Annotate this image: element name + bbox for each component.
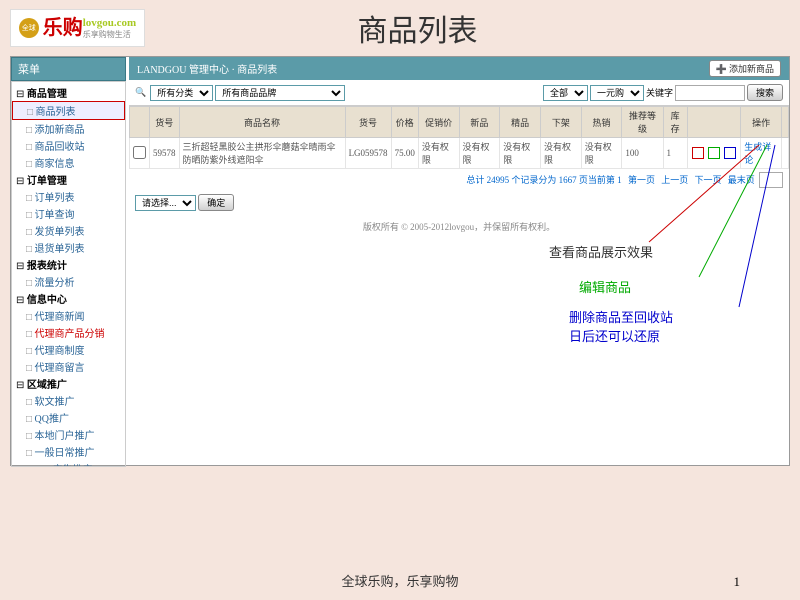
product-table: 货号商品名称货号价格促销价新品精品下架热销推荐等级库存操作 59578 三折超轻… <box>129 106 789 169</box>
cell-price: 75.00 <box>391 138 418 169</box>
cell-off: 没有权限 <box>540 138 581 169</box>
scope-select[interactable]: 全部 <box>543 85 588 101</box>
search-icon: 🔍 <box>135 87 146 98</box>
sidebar-group[interactable]: 信息中心 <box>12 290 125 307</box>
batch-select[interactable]: 请选择... <box>135 195 196 211</box>
table-row: 59578 三折超轻黑胶公主拱形伞蘑菇伞晴雨伞防晒防紫外线遮阳伞 LG05957… <box>130 138 789 169</box>
sidebar-item[interactable]: 添加新商品 <box>12 120 125 137</box>
sidebar-header: 菜单 <box>11 57 126 81</box>
page-title: 商品列表 <box>45 6 790 50</box>
pager-first[interactable]: 第一页 <box>628 175 655 185</box>
pager-input[interactable] <box>759 172 783 188</box>
breadcrumb: LANDGOU 管理中心 · 商品列表 <box>137 61 277 76</box>
edit-icon[interactable] <box>708 147 720 159</box>
page-number: 1 <box>734 574 741 590</box>
cell-fine: 没有权限 <box>500 138 541 169</box>
table-header: 热销 <box>581 107 622 138</box>
pager: 总计 24995 个记录分为 1667 页当前第 1 第一页 上一页 下一页 最… <box>129 169 789 191</box>
cell-stock: 1 <box>663 138 687 169</box>
row-checkbox[interactable] <box>133 146 146 159</box>
table-header <box>781 107 788 138</box>
sidebar-group[interactable]: 报表统计 <box>12 256 125 273</box>
table-header: 精品 <box>500 107 541 138</box>
cell-new: 没有权限 <box>459 138 500 169</box>
sidebar-item[interactable]: 代理商新闻 <box>12 307 125 324</box>
cell-gen[interactable]: 生成详论 <box>741 138 782 169</box>
sidebar-item[interactable]: 退货单列表 <box>12 239 125 256</box>
table-header: 价格 <box>391 107 418 138</box>
cell-id: 59578 <box>150 138 180 169</box>
pager-prev[interactable]: 上一页 <box>661 175 688 185</box>
brand-select[interactable]: 所有商品品牌 <box>215 85 345 101</box>
cell-hot: 没有权限 <box>581 138 622 169</box>
filter-bar: 🔍 所有分类 所有商品品牌 全部 一元购 关键字 搜索 <box>129 80 789 106</box>
sidebar-item[interactable]: 商品回收站 <box>12 137 125 154</box>
app-frame: 菜单 商品管理商品列表添加新商品商品回收站商家信息订单管理订单列表订单查询发货单… <box>10 56 790 466</box>
sidebar-item[interactable]: CPS广告推广 <box>12 460 125 467</box>
table-header: 下架 <box>540 107 581 138</box>
pager-next[interactable]: 下一页 <box>694 175 721 185</box>
table-header: 操作 <box>741 107 782 138</box>
keyword-label: 关键字 <box>646 86 673 99</box>
sidebar-item[interactable]: 代理商产品分销 <box>12 324 125 341</box>
add-product-button[interactable]: 添加新商品 <box>709 60 781 77</box>
annotation-delete: 删除商品至回收站 日后还可以还原 <box>569 307 673 345</box>
table-header <box>687 107 741 138</box>
sidebar-item[interactable]: 代理商制度 <box>12 341 125 358</box>
delete-icon[interactable] <box>724 147 736 159</box>
table-header: 货号 <box>150 107 180 138</box>
sidebar-item[interactable]: 流量分析 <box>12 273 125 290</box>
preview-icon[interactable] <box>692 147 704 159</box>
table-header: 促销价 <box>418 107 459 138</box>
table-header: 推荐等级 <box>622 107 663 138</box>
sidebar-item[interactable]: 本地门户推广 <box>12 426 125 443</box>
batch-confirm[interactable]: 确定 <box>198 194 234 211</box>
globe-icon: 全球 <box>19 18 39 38</box>
table-header: 新品 <box>459 107 500 138</box>
category-select[interactable]: 所有分类 <box>150 85 213 101</box>
sidebar-group[interactable]: 区域推广 <box>12 375 125 392</box>
pager-last[interactable]: 最末页 <box>728 175 755 185</box>
search-button[interactable]: 搜索 <box>747 84 783 101</box>
sidebar-item[interactable]: 订单查询 <box>12 205 125 222</box>
sidebar-item[interactable]: 一般日常推广 <box>12 443 125 460</box>
sidebar-item[interactable]: 发货单列表 <box>12 222 125 239</box>
deal-select[interactable]: 一元购 <box>590 85 644 101</box>
cell-promo: 没有权限 <box>418 138 459 169</box>
sidebar-group[interactable]: 商品管理 <box>12 84 125 101</box>
annotation-preview: 查看商品展示效果 <box>549 242 653 261</box>
cell-rec: 100 <box>622 138 663 169</box>
cell-sku: LG059578 <box>345 138 391 169</box>
sidebar: 菜单 商品管理商品列表添加新商品商品回收站商家信息订单管理订单列表订单查询发货单… <box>11 57 126 465</box>
sidebar-item[interactable]: 商品列表 <box>12 101 125 120</box>
footer-text: 全球乐购，乐享购物 <box>0 571 800 590</box>
table-header <box>130 107 150 138</box>
table-header: 库存 <box>663 107 687 138</box>
copyright: 版权所有 © 2005-2012lovgou，并保留所有权利。 <box>129 220 789 233</box>
sidebar-item[interactable]: 订单列表 <box>12 188 125 205</box>
keyword-input[interactable] <box>675 85 745 101</box>
cell-name: 三折超轻黑胶公主拱形伞蘑菇伞晴雨伞防晒防紫外线遮阳伞 <box>179 138 345 169</box>
table-header: 货号 <box>345 107 391 138</box>
pager-total: 总计 24995 个记录分为 1667 页当前第 1 <box>466 175 621 185</box>
main-panel: LANDGOU 管理中心 · 商品列表 添加新商品 🔍 所有分类 所有商品品牌 … <box>129 57 789 465</box>
sidebar-item[interactable]: 代理商留言 <box>12 358 125 375</box>
sidebar-item[interactable]: QQ推广 <box>12 409 125 426</box>
sidebar-group[interactable]: 订单管理 <box>12 171 125 188</box>
table-header: 商品名称 <box>179 107 345 138</box>
annotation-edit: 编辑商品 <box>579 277 631 296</box>
sidebar-item[interactable]: 软文推广 <box>12 392 125 409</box>
sidebar-item[interactable]: 商家信息 <box>12 154 125 171</box>
